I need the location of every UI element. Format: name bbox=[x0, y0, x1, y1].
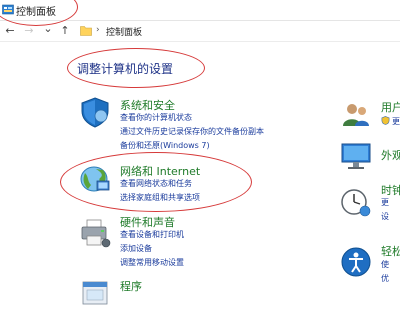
network-globe-icon bbox=[80, 166, 110, 192]
users-icon bbox=[343, 104, 369, 126]
link-add-device[interactable]: 添加设备 bbox=[120, 244, 152, 254]
link-file-history-backup[interactable]: 通过文件历史记录保存你的文件备份副本 bbox=[120, 127, 264, 137]
control-panel-icon bbox=[2, 4, 14, 15]
link-view-network-status[interactable]: 查看网络状态和任务 bbox=[120, 179, 192, 189]
category-title-system-security[interactable]: 系统和安全 bbox=[120, 97, 175, 113]
printer-icon bbox=[81, 219, 111, 248]
category-title-clock-region[interactable]: 时钟 bbox=[381, 182, 400, 198]
link-backup-restore[interactable]: 备份和还原(Windows 7) bbox=[120, 141, 210, 151]
link-ease-1[interactable]: 使 bbox=[381, 259, 389, 270]
category-title-user-accounts[interactable]: 用户 bbox=[381, 99, 400, 115]
folder-icon bbox=[80, 26, 92, 36]
category-title-network-internet[interactable]: 网络和 Internet bbox=[120, 163, 200, 179]
link-view-computer-status[interactable]: 查看你的计算机状态 bbox=[120, 113, 192, 123]
category-title-hardware-sound[interactable]: 硬件和声音 bbox=[120, 214, 175, 230]
link-clock-1[interactable]: 更 bbox=[381, 197, 389, 208]
programs-icon bbox=[82, 281, 108, 305]
navigation-bar: ← → ⌄ ↑ › 控制面板 bbox=[0, 21, 400, 42]
category-title-ease-of-access[interactable]: 轻松 bbox=[381, 243, 400, 259]
forward-button[interactable]: → bbox=[22, 24, 36, 38]
link-homegroup-sharing[interactable]: 选择家庭组和共享选项 bbox=[120, 193, 200, 203]
title-bar: 控制面板 bbox=[0, 0, 400, 21]
up-button[interactable]: ↑ bbox=[58, 24, 72, 38]
window-title: 控制面板 bbox=[16, 7, 56, 18]
appearance-monitor-icon bbox=[341, 143, 371, 169]
category-title-appearance[interactable]: 外观 bbox=[381, 147, 400, 163]
link-mobility-settings[interactable]: 调整常用移动设置 bbox=[120, 258, 184, 268]
link-ease-2[interactable]: 优 bbox=[381, 273, 389, 284]
link-devices-printers[interactable]: 查看设备和打印机 bbox=[120, 230, 184, 240]
link-clock-2[interactable]: 设 bbox=[381, 211, 389, 222]
breadcrumb-item-control-panel[interactable]: 控制面板 bbox=[106, 25, 142, 38]
category-title-programs[interactable]: 程序 bbox=[120, 278, 142, 294]
back-button[interactable]: ← bbox=[3, 24, 17, 38]
ease-of-access-icon bbox=[341, 247, 371, 277]
clock-icon bbox=[341, 189, 371, 217]
history-dropdown-button[interactable]: ⌄ bbox=[41, 22, 55, 36]
shield-icon bbox=[81, 97, 109, 128]
uac-shield-icon bbox=[381, 116, 390, 125]
link-user-change-account-type[interactable]: 更 bbox=[392, 116, 400, 127]
breadcrumb-separator: › bbox=[96, 25, 100, 35]
page-title: 调整计算机的设置 bbox=[77, 62, 174, 76]
